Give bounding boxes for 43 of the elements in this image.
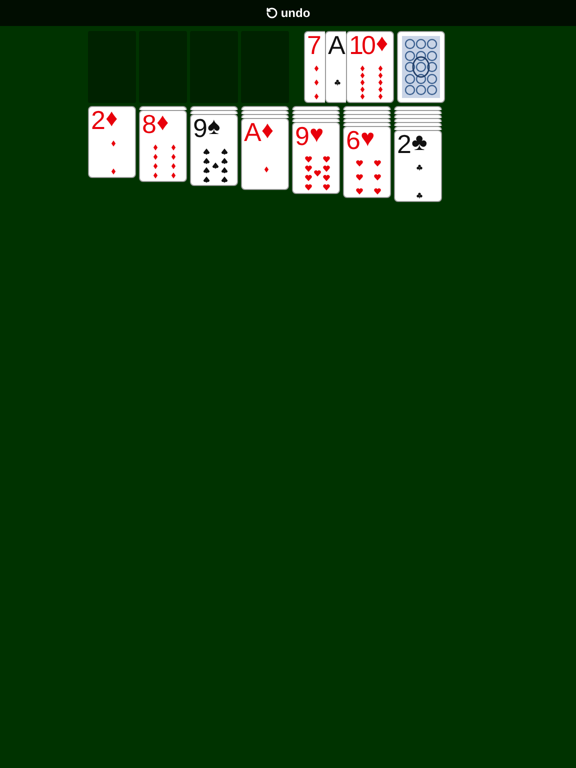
playing-card[interactable]: 6♥ <box>343 126 391 198</box>
card-suit: ♥ <box>360 127 375 151</box>
pips-drawing <box>416 164 422 198</box>
playing-card[interactable]: 2♦ <box>88 106 136 178</box>
card-rank: 10 <box>349 32 374 58</box>
card-rank: A <box>328 32 344 58</box>
card-suit: ♠ <box>207 115 220 139</box>
pips-drawing <box>304 156 330 190</box>
pips-drawing <box>358 64 384 100</box>
card-suit: ♦ <box>376 32 388 56</box>
pips-drawing <box>202 148 228 182</box>
card-suit: ♣ <box>411 131 428 155</box>
card-suit: ♦ <box>156 111 169 135</box>
pips-drawing <box>262 166 270 172</box>
face-down-card-edge <box>139 106 187 110</box>
undo-icon <box>266 7 278 19</box>
playing-card[interactable]: 9♥ <box>292 122 340 194</box>
pips-drawing <box>312 64 320 100</box>
pips-drawing <box>334 78 340 86</box>
card-rank: A <box>244 119 260 145</box>
card-rank: 7 <box>307 32 320 58</box>
card-suit: ♥ <box>309 123 324 147</box>
pips-drawing <box>356 160 380 194</box>
card-suit: ♦ <box>105 107 118 131</box>
playing-card[interactable]: A♦ <box>241 118 289 190</box>
pips-drawing <box>110 140 116 174</box>
card-back-pattern-icon <box>402 36 440 98</box>
card-rank: 2 <box>91 107 104 133</box>
playing-card[interactable]: 10♦ <box>346 31 394 103</box>
undo-button[interactable]: undo <box>266 7 310 19</box>
card-rank: 8 <box>142 111 154 137</box>
playing-card[interactable]: A <box>325 31 346 103</box>
playing-card[interactable]: 7 <box>304 31 325 103</box>
card-rank: 9 <box>193 115 206 141</box>
playing-card[interactable]: 9♠ <box>190 114 238 186</box>
card-rank: 2 <box>397 131 410 157</box>
card-rank: 9 <box>295 123 308 149</box>
card-back[interactable] <box>397 31 445 103</box>
card-suit: ♦ <box>261 119 274 143</box>
card-rank: 6 <box>346 127 358 153</box>
playing-card[interactable]: 8♦ <box>139 110 187 182</box>
playing-card[interactable]: 2♣ <box>394 130 442 202</box>
pips-drawing <box>152 144 176 178</box>
